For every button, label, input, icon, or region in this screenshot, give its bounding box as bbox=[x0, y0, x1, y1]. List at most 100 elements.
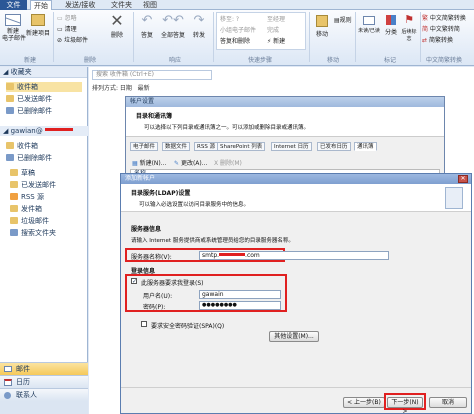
follow-up-button[interactable]: ⚑ 后续标志 bbox=[400, 12, 418, 42]
junk-icon: ⊘ bbox=[57, 37, 64, 44]
require-login-checkbox[interactable]: ✓ bbox=[131, 278, 137, 285]
unread-read-button[interactable]: 未读/已读 bbox=[357, 12, 381, 34]
quick-step-new[interactable]: ⚡ 新建 bbox=[267, 36, 285, 45]
tab-folder[interactable]: 文件夹 bbox=[108, 0, 135, 10]
junk-label: 垃圾邮件 bbox=[63, 37, 88, 44]
cleanup-button[interactable]: ▭ 清理 bbox=[57, 24, 77, 33]
nav-calendar-button[interactable]: 日历 bbox=[0, 375, 88, 388]
tab-published-calendar[interactable]: 已发布日历 bbox=[317, 142, 351, 151]
favorites-header[interactable]: ◢ 收藏夹 bbox=[0, 67, 87, 78]
cancel-button[interactable]: 取消 bbox=[429, 397, 467, 408]
group-label-quick-steps: 快速步骤 bbox=[247, 57, 272, 64]
fav-inbox[interactable]: 收件箱 bbox=[6, 82, 82, 92]
delete-button[interactable]: ✕ 删除 bbox=[104, 12, 130, 40]
nav-mail-button[interactable]: 邮件 bbox=[0, 362, 88, 375]
acct-junk-label: 垃圾邮件 bbox=[21, 217, 49, 225]
quick-step-reply-delete[interactable]: 答复和删除 bbox=[220, 36, 250, 45]
simp-trad-convert-icon: ⇄ bbox=[422, 37, 429, 44]
group-label-new: 新建 bbox=[23, 57, 36, 64]
sort-row[interactable]: 排列方式: 日期 最新 bbox=[92, 83, 150, 92]
server-name-redaction bbox=[219, 253, 246, 256]
user-name-input[interactable]: gawain bbox=[199, 290, 281, 299]
server-info-heading: 服务器信息 bbox=[131, 226, 162, 233]
new-items-icon bbox=[31, 14, 45, 26]
tab-data-files[interactable]: 数据文件 bbox=[162, 142, 191, 151]
rules-button[interactable]: ▤规则 bbox=[334, 15, 352, 24]
spa-checkbox[interactable] bbox=[141, 321, 147, 327]
tab-email[interactable]: 电子邮件 bbox=[130, 142, 159, 151]
reply-all-button[interactable]: ↶↶ 全部答复 bbox=[160, 12, 186, 39]
categorize-label: 分类 bbox=[384, 29, 397, 36]
rss-icon bbox=[10, 193, 18, 200]
account-settings-header: 目录和通讯簿 可以选择以下列目录或通讯簿之一。可以添加或删除目录或通讯簿。 bbox=[126, 107, 444, 137]
simp-trad-convert-button[interactable]: ⇄ 简繁转换 bbox=[422, 35, 453, 44]
fav-sent-label: 已发送邮件 bbox=[17, 95, 52, 103]
inbox-icon bbox=[6, 83, 14, 90]
simp-trad-icon: 繁 bbox=[422, 15, 430, 22]
tab-rss[interactable]: RSS 源 bbox=[194, 142, 219, 151]
address-book-delete-button[interactable]: X 删除(M) bbox=[214, 158, 242, 167]
address-book-new-button[interactable]: ▦ 新建(N)... bbox=[132, 158, 166, 167]
new-items-button[interactable]: 新建项目 bbox=[26, 14, 50, 37]
fav-sent[interactable]: 已发送邮件 bbox=[6, 94, 52, 104]
forward-icon: ↷ bbox=[193, 13, 205, 28]
quick-step-move[interactable]: 移至: ? bbox=[220, 14, 239, 23]
acct-drafts[interactable]: 草稿 bbox=[10, 168, 35, 178]
outbox-icon bbox=[10, 205, 18, 212]
categorize-button[interactable]: 分类 bbox=[382, 12, 400, 36]
ignore-button[interactable]: ▭ 忽略 bbox=[57, 13, 77, 22]
reply-button[interactable]: ↶ 答复 bbox=[136, 12, 158, 39]
require-login-label: 此服务器要求我登录(S) bbox=[141, 280, 204, 287]
back-button[interactable]: < 上一步(B) bbox=[343, 397, 385, 408]
reply-icon: ↶ bbox=[141, 13, 153, 28]
acct-search-folders[interactable]: 搜索文件夹 bbox=[10, 228, 56, 238]
tab-send-receive[interactable]: 发送/接收 bbox=[62, 0, 98, 10]
address-book-change-button[interactable]: ✎ 更改(A)... bbox=[174, 158, 207, 167]
tab-sharepoint[interactable]: SharePoint 列表 bbox=[217, 142, 266, 151]
junk-button[interactable]: ⊘ 垃圾邮件 bbox=[57, 35, 88, 44]
quick-step-done[interactable]: 完成 bbox=[267, 25, 279, 34]
trad-to-simp-button[interactable]: 简 中文繁转简 bbox=[422, 24, 460, 33]
tab-view[interactable]: 视图 bbox=[140, 0, 160, 10]
fav-deleted[interactable]: 已删除邮件 bbox=[6, 106, 52, 116]
sort-label: 排列方式: 日期 bbox=[92, 85, 132, 92]
tab-home[interactable]: 开始 bbox=[30, 0, 52, 10]
forward-button[interactable]: ↷ 转发 bbox=[188, 12, 210, 39]
acct-outbox[interactable]: 发件箱 bbox=[10, 204, 42, 214]
address-book-change-label: 更改(A)... bbox=[180, 160, 208, 167]
tab-internet-calendar[interactable]: Internet 日历 bbox=[271, 142, 312, 151]
acct-rss[interactable]: RSS 源 bbox=[10, 192, 44, 202]
ignore-icon: ▭ bbox=[57, 15, 65, 22]
ribbon-tabs: 文件 开始 发送/接收 文件夹 视图 bbox=[0, 0, 474, 10]
tab-file[interactable]: 文件 bbox=[0, 0, 27, 10]
simp-to-trad-button[interactable]: 繁 中文简繁转换 bbox=[422, 13, 466, 22]
forward-label: 转发 bbox=[192, 32, 205, 39]
quick-step-team[interactable]: 小组电子邮件 bbox=[220, 25, 256, 34]
new-email-button[interactable]: 新建 电子邮件 bbox=[2, 12, 26, 42]
close-icon[interactable]: ✕ bbox=[458, 175, 468, 183]
cleanup-label: 清理 bbox=[64, 26, 77, 33]
password-input[interactable]: ●●●●●●●● bbox=[199, 301, 281, 310]
acct-outbox-label: 发件箱 bbox=[21, 205, 42, 213]
account-settings-titlebar: 帐户设置 bbox=[126, 97, 444, 107]
account-header[interactable]: ◢ gawian@ bbox=[0, 126, 88, 136]
search-input[interactable]: 搜索 收件箱 (Ctrl+E) bbox=[92, 70, 212, 80]
nav-contacts-button[interactable]: 联系人 bbox=[0, 388, 88, 401]
acct-deleted[interactable]: 已删除邮件 bbox=[6, 153, 52, 163]
server-name-value-suffix: .com bbox=[245, 252, 260, 259]
deleted-icon bbox=[6, 107, 14, 114]
server-name-input[interactable]: smtp. .com bbox=[199, 251, 389, 260]
tab-address-books[interactable]: 通讯簿 bbox=[354, 142, 377, 151]
more-settings-button[interactable]: 其他设置(M)... bbox=[269, 331, 319, 342]
quick-step-manager[interactable]: 至经理 bbox=[267, 14, 285, 23]
server-name-label: 服务器名称(V): bbox=[131, 254, 172, 261]
reply-all-icon: ↶↶ bbox=[162, 13, 184, 28]
nav-shortcuts-bar bbox=[0, 401, 88, 414]
acct-inbox[interactable]: 收件箱 bbox=[6, 141, 38, 151]
acct-sent[interactable]: 已发送邮件 bbox=[10, 180, 56, 190]
new-email-icon bbox=[5, 12, 21, 26]
next-button[interactable]: 下一步(N) > bbox=[387, 397, 423, 414]
acct-junk[interactable]: 垃圾邮件 bbox=[10, 216, 49, 226]
move-button[interactable]: 移动 bbox=[312, 12, 332, 38]
drafts-icon bbox=[10, 169, 18, 176]
